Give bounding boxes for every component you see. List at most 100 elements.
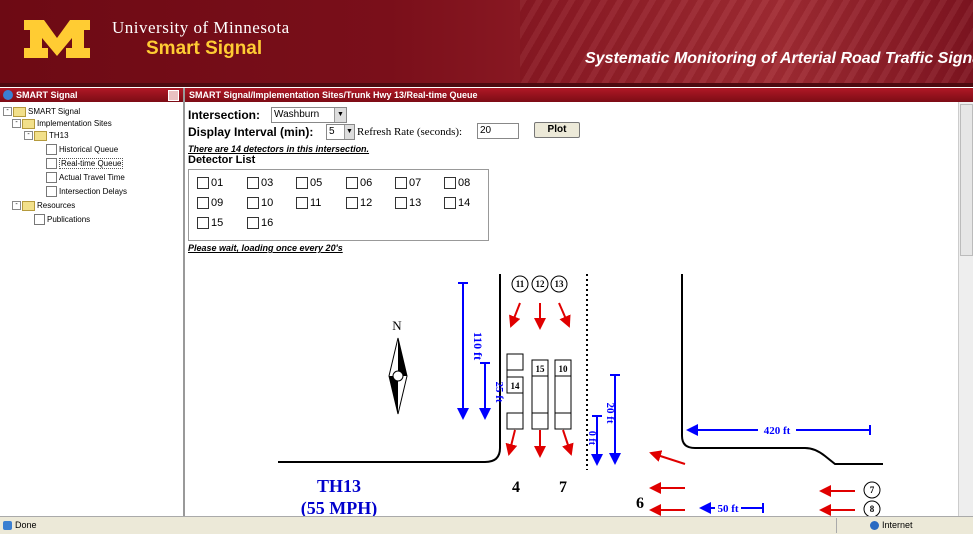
detector-checkbox[interactable]: 03 <box>247 177 273 190</box>
product-name: Smart Signal <box>146 38 263 59</box>
detector-checkbox[interactable]: 08 <box>444 177 470 190</box>
breadcrumb: SMART Signal/Implementation Sites/Trunk … <box>185 88 973 102</box>
collapse-icon[interactable] <box>168 90 179 101</box>
display-interval-select[interactable]: 5 ▼ <box>326 124 355 140</box>
tree-item-real-time-queue[interactable]: Real-time Queue <box>46 158 124 170</box>
status-bar: Done Internet <box>0 516 973 534</box>
sidebar: SMART Signal - SMART Signal - Implementati… <box>0 88 185 516</box>
detector-checkbox[interactable]: 13 <box>395 197 421 210</box>
detector-label: 11 <box>516 279 525 289</box>
display-interval-value: 5 <box>329 126 335 137</box>
turn-arrow <box>558 302 571 328</box>
detector-list-box: 01 03 05 06 07 08 09 10 11 12 13 14 15 1… <box>188 169 489 241</box>
loading-note: Please wait, loading once every 20's <box>188 243 343 253</box>
distance-label: 110 ft <box>471 332 485 360</box>
distance-label: 50 ft <box>717 503 738 515</box>
vertical-scrollbar[interactable] <box>958 102 973 516</box>
detector-checkbox[interactable]: 10 <box>247 197 273 210</box>
detector-checkbox[interactable]: 06 <box>346 177 372 190</box>
distance-label: 25 ft <box>493 381 505 402</box>
turn-arrow <box>509 302 521 328</box>
folder-icon <box>13 106 26 117</box>
detector-checkbox[interactable]: 11 <box>296 197 321 210</box>
detector-label: 8 <box>870 504 875 514</box>
detector-checkbox[interactable]: 05 <box>296 177 322 190</box>
intersection-diagram: 11 12 13 14 15 10 N 110 ft 25 ft 20 ft 0… <box>278 274 883 516</box>
sidebar-title: SMART Signal <box>16 90 78 100</box>
turn-arrow <box>505 429 518 456</box>
road-edge-west <box>278 274 501 463</box>
page-icon <box>46 172 57 184</box>
page-icon <box>46 186 57 198</box>
tree-item-resources[interactable]: - Resources <box>12 200 75 212</box>
internet-zone-icon <box>870 521 879 530</box>
refresh-rate-label: Refresh Rate (seconds): <box>357 126 463 138</box>
speed-limit-label: (55 MPH) <box>301 498 377 516</box>
display-interval-label: Display Interval (min): <box>188 125 314 139</box>
main-content: SMART Signal/Implementation Sites/Trunk … <box>185 88 973 516</box>
chevron-down-icon[interactable]: ▼ <box>334 108 346 122</box>
intersection-label: Intersection: <box>188 108 261 122</box>
site-tagline: Systematic Monitoring of Arterial Road T… <box>585 50 973 67</box>
approach-label: 7 <box>559 479 567 496</box>
detector-checkbox[interactable]: 12 <box>346 197 372 210</box>
collapse-toggle-icon[interactable]: - <box>3 107 12 117</box>
lane-detector-box <box>506 353 524 371</box>
turn-arrow <box>562 429 574 456</box>
turn-arrow <box>649 450 686 465</box>
intersection-select[interactable]: Washburn ▼ <box>271 107 347 123</box>
header-bottom-bar <box>0 83 973 87</box>
lane-detector-box <box>554 412 572 430</box>
chevron-down-icon[interactable]: ▼ <box>344 125 354 139</box>
intersection-value: Washburn <box>274 109 320 120</box>
security-zone-label: Internet <box>882 520 913 530</box>
university-name: University of Minnesota <box>112 18 290 37</box>
refresh-rate-input[interactable]: 20 <box>477 123 519 139</box>
detector-label: 15 <box>536 364 546 374</box>
tree-item-implementation-sites[interactable]: - Implementation Sites <box>12 118 112 130</box>
approach-label: 4 <box>512 479 520 496</box>
north-label: N <box>392 318 402 333</box>
detector-count-note: There are 14 detectors in this intersect… <box>188 144 370 154</box>
detector-checkbox[interactable]: 14 <box>444 197 470 210</box>
page-icon <box>46 158 57 170</box>
page-icon <box>34 214 45 226</box>
tree-item-th13[interactable]: - TH13 <box>24 130 69 142</box>
header-decoration <box>520 0 973 83</box>
detector-checkbox[interactable]: 15 <box>197 217 223 230</box>
detector-label: 14 <box>511 381 521 391</box>
detector-checkbox[interactable]: 09 <box>197 197 223 210</box>
detector-checkbox[interactable]: 01 <box>197 177 223 190</box>
tree-item-intersection-delays[interactable]: Intersection Delays <box>46 186 127 198</box>
scrollbar-thumb[interactable] <box>960 104 973 256</box>
approach-label: 6 <box>636 495 644 512</box>
detector-checkbox[interactable]: 16 <box>247 217 273 230</box>
collapse-toggle-icon[interactable]: - <box>12 119 21 129</box>
detector-label: 10 <box>559 364 569 374</box>
page-icon <box>46 144 57 156</box>
road-name-label: TH13 <box>317 476 361 496</box>
distance-label: 420 ft <box>764 425 791 437</box>
detector-checkbox[interactable]: 07 <box>395 177 421 190</box>
tree-item-publications[interactable]: Publications <box>34 214 90 226</box>
lane-detector-box <box>531 412 549 430</box>
collapse-toggle-icon[interactable]: - <box>24 131 33 141</box>
distance-label: 20 ft <box>604 402 616 423</box>
page-done-icon <box>3 521 12 530</box>
tree-item-actual-travel-time[interactable]: Actual Travel Time <box>46 172 125 184</box>
folder-icon <box>22 118 35 129</box>
detector-label: 13 <box>555 279 565 289</box>
folder-icon <box>34 130 47 141</box>
folder-icon <box>22 200 35 211</box>
collapse-toggle-icon[interactable]: - <box>12 201 21 211</box>
plot-button[interactable]: Plot <box>534 122 580 138</box>
globe-icon <box>3 90 13 100</box>
detector-label: 7 <box>870 485 875 495</box>
tree-item-historical-queue[interactable]: Historical Queue <box>46 144 118 156</box>
detector-list-title: Detector List <box>188 154 256 166</box>
tree-item-smart-signal[interactable]: - SMART Signal <box>3 106 80 118</box>
university-m-logo <box>24 20 90 58</box>
lane-detector-box <box>506 412 524 430</box>
site-header: University of Minnesota Smart Signal Sys… <box>0 0 973 83</box>
distance-label: 0 ft <box>586 431 597 446</box>
